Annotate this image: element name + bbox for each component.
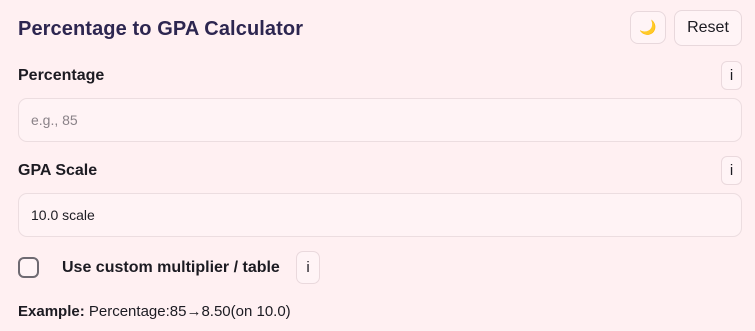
example-value: Percentage:85→8.50(on 10.0)	[84, 303, 291, 320]
reset-button[interactable]: Reset	[674, 10, 742, 46]
gpa-scale-label: GPA Scale	[18, 162, 98, 179]
moon-icon: 🌙	[639, 19, 657, 35]
example-prefix: Example:	[18, 303, 85, 320]
gpa-scale-selected-value: 10.0 scale	[31, 207, 95, 223]
page-title: Percentage to GPA Calculator	[18, 18, 304, 40]
percentage-field[interactable]	[18, 98, 742, 142]
example-text: Example: Percentage:85→8.50(on 10.0)	[18, 301, 291, 323]
gpa-scale-select[interactable]: 10.0 scale	[18, 193, 742, 237]
percentage-label: Percentage	[18, 67, 105, 84]
theme-toggle-button[interactable]: 🌙	[630, 11, 666, 44]
custom-multiplier-info-button[interactable]: i	[296, 251, 320, 284]
percentage-input[interactable]	[31, 112, 729, 128]
gpa-scale-info-button[interactable]: i	[721, 156, 742, 185]
percentage-info-button[interactable]: i	[721, 61, 742, 90]
custom-multiplier-checkbox[interactable]	[18, 257, 39, 278]
custom-multiplier-label[interactable]: Use custom multiplier / table	[62, 257, 280, 279]
